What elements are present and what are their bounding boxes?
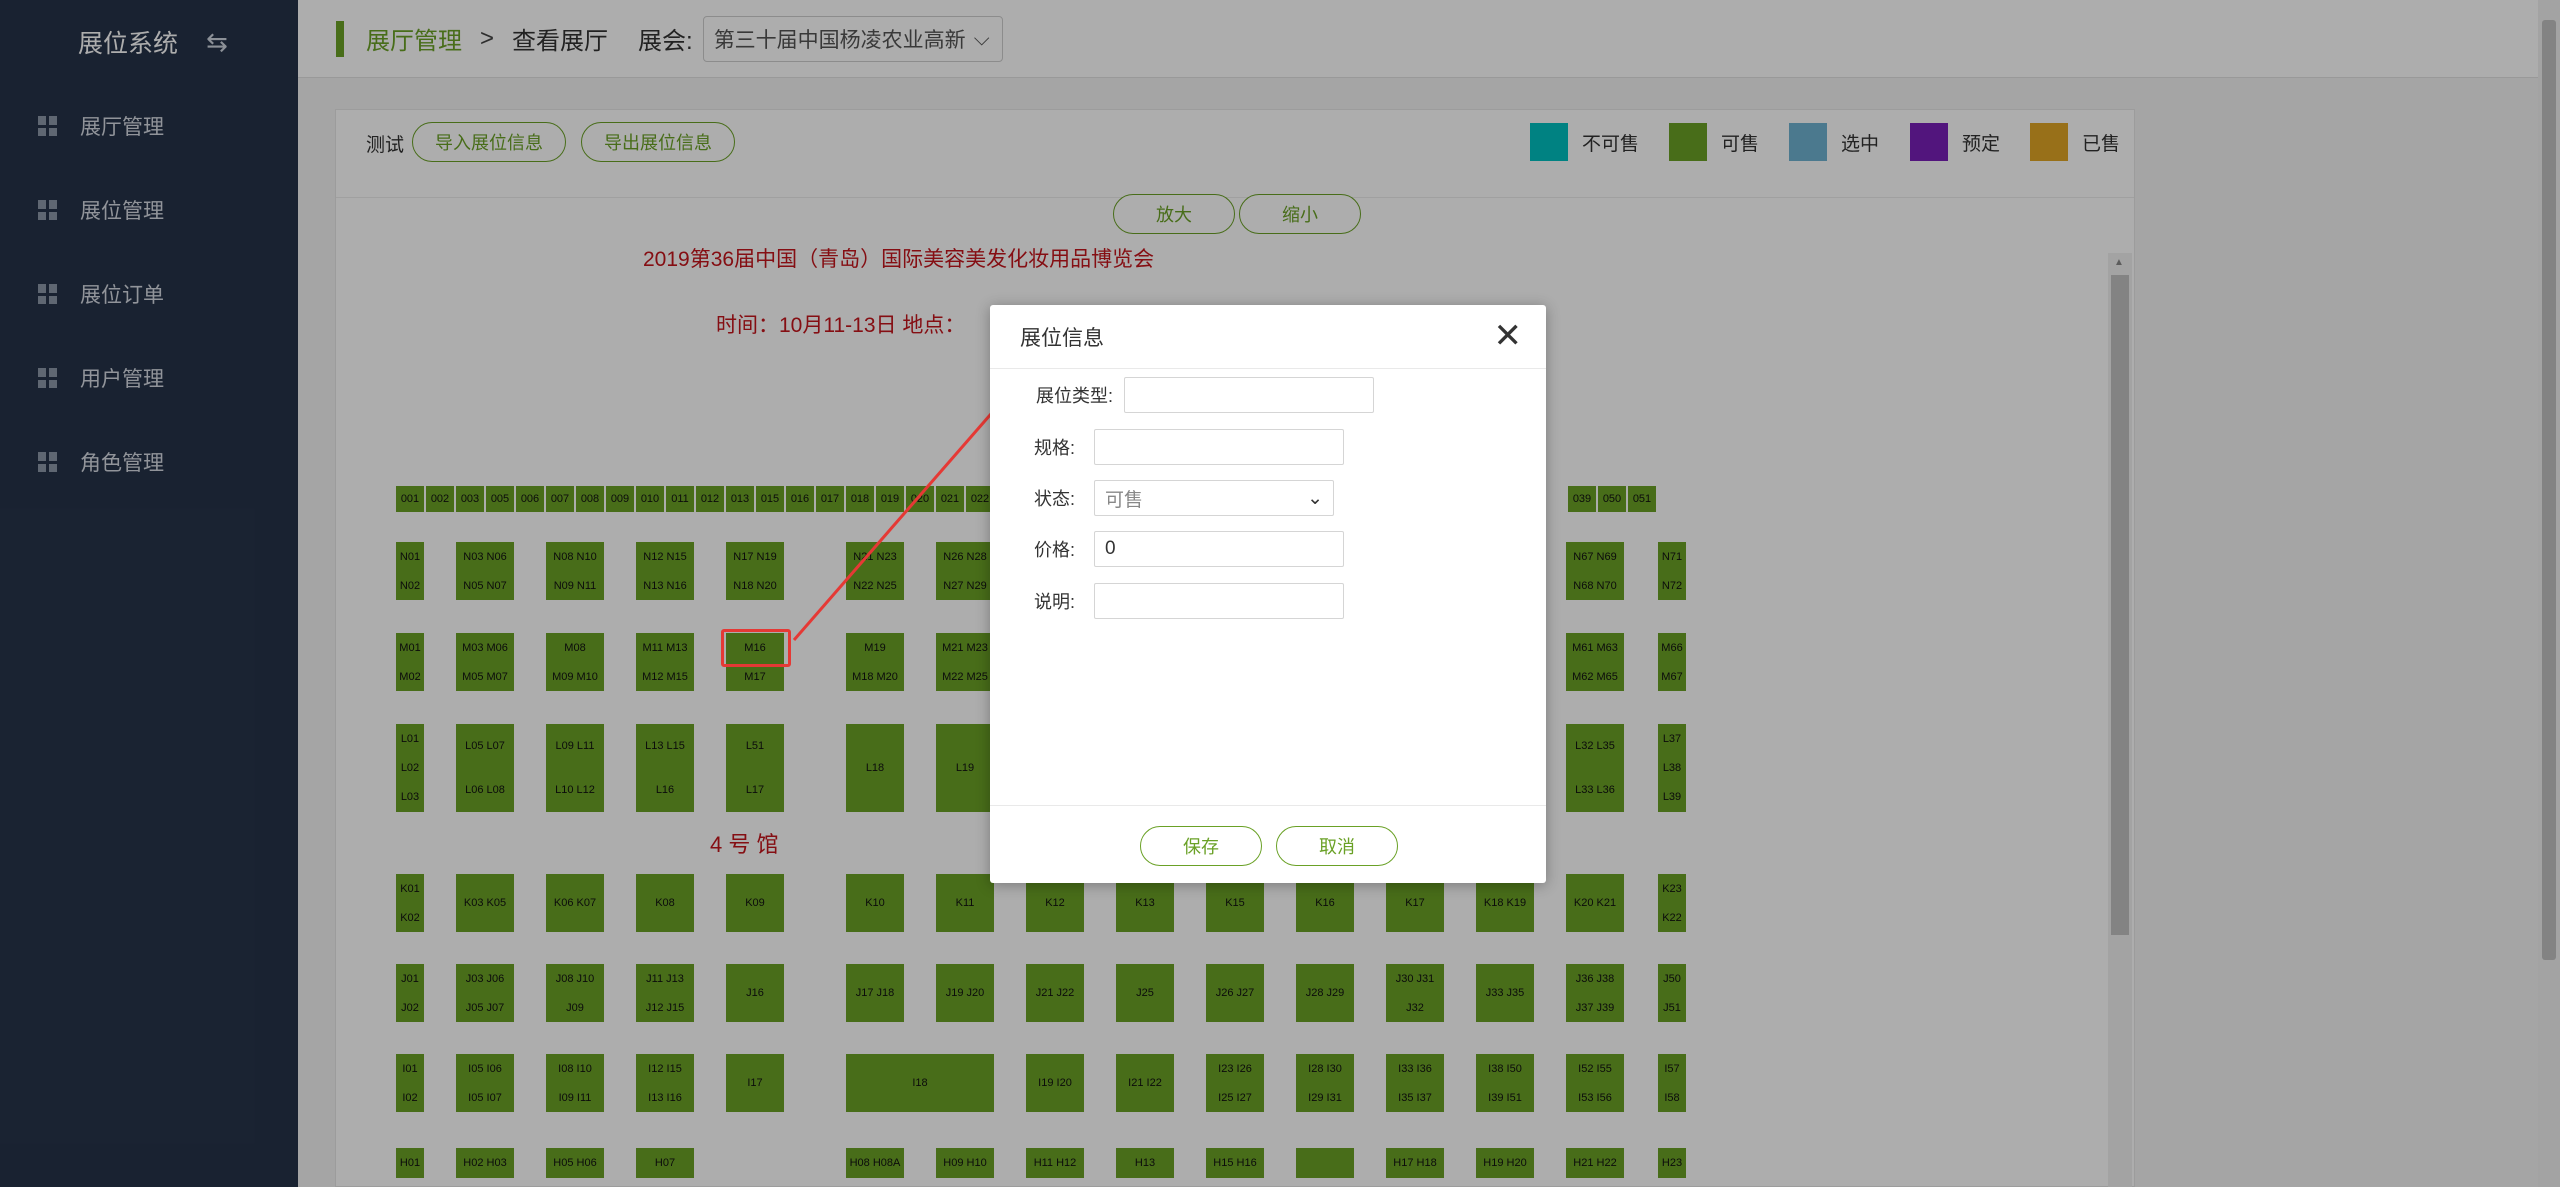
booth-type-row: 展位类型:	[1036, 377, 1374, 413]
description-label: 说明:	[1034, 592, 1076, 612]
status-select[interactable]: 可售 ⌄	[1094, 480, 1334, 516]
description-row: 说明:	[1034, 583, 1344, 619]
dialog-header: 展位信息 ✕	[990, 305, 1546, 369]
save-button[interactable]: 保存	[1140, 826, 1262, 866]
dialog-title: 展位信息	[1020, 326, 1104, 350]
booth-info-dialog: 展位信息 ✕ 展位类型: 规格: 状态: 可售 ⌄ 价格: 0 说明: 保存 取…	[990, 305, 1546, 883]
spec-label: 规格:	[1034, 438, 1076, 458]
booth-type-input[interactable]	[1124, 377, 1374, 413]
price-row: 价格: 0	[1034, 531, 1344, 567]
price-input[interactable]: 0	[1094, 531, 1344, 567]
booth-type-label: 展位类型:	[1036, 386, 1114, 406]
status-label: 状态:	[1034, 489, 1076, 509]
status-select-value: 可售	[1105, 489, 1144, 511]
chevron-down-icon: ⌄	[1307, 487, 1323, 509]
spec-input[interactable]	[1094, 429, 1344, 465]
cancel-button[interactable]: 取消	[1276, 826, 1398, 866]
dialog-footer: 保存 取消	[990, 805, 1546, 883]
price-label: 价格:	[1034, 540, 1076, 560]
highlight-box	[721, 629, 791, 667]
description-input[interactable]	[1094, 583, 1344, 619]
spec-row: 规格:	[1034, 429, 1344, 465]
close-icon[interactable]: ✕	[1494, 319, 1523, 353]
status-row: 状态: 可售 ⌄	[1034, 480, 1334, 516]
